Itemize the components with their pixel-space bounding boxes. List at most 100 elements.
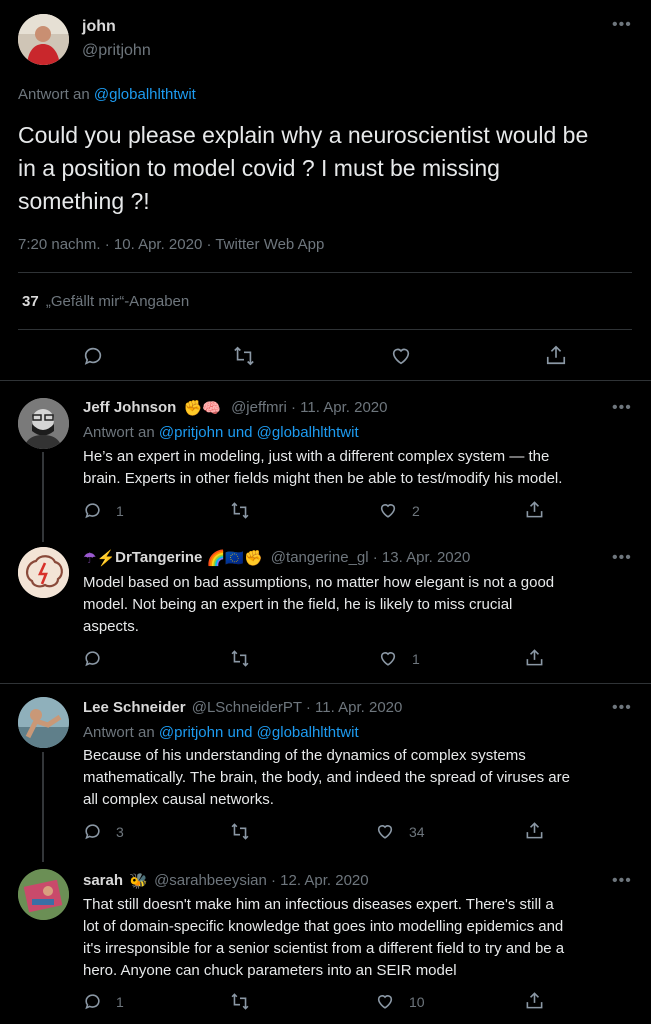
retweet-button[interactable] [230, 992, 250, 1011]
reply-text-line: hero. Anyone can chuck parameters into a… [83, 962, 457, 979]
author-handle[interactable]: @pritjohn [82, 42, 151, 60]
reply-button[interactable] [82, 345, 104, 367]
reply-bubble-icon [85, 503, 100, 519]
share-button[interactable] [525, 648, 544, 667]
reply-text-line: brain. Experts in other fields might the… [83, 470, 563, 487]
share-icon [526, 822, 543, 839]
reply-text: Because of his understanding of the dyna… [83, 745, 570, 811]
tweet-meta[interactable]: 7:20 nachm. · 10. Apr. 2020 · Twitter We… [18, 236, 324, 253]
like-button[interactable]: 34 [375, 822, 425, 841]
reply-text: That still doesn't make him an infectiou… [83, 894, 564, 982]
author-name[interactable]: Jeff Johnson [83, 399, 176, 416]
reply-count: 3 [116, 823, 124, 840]
reply-to-line: Antwort an @pritjohn und @globalhlthtwit [83, 724, 359, 741]
divider [0, 683, 651, 684]
more-horizontal-icon[interactable]: ••• [612, 399, 632, 417]
like-button[interactable] [389, 345, 413, 367]
reply-to-prefix: Antwort an [18, 86, 90, 103]
umbrella-emoji: ☂ [83, 550, 97, 568]
retweet-button[interactable] [230, 649, 250, 668]
share-icon [526, 501, 543, 518]
reply-text-line: aspects. [83, 618, 139, 635]
reply-text-line: lot of domain-specific knowledge that go… [83, 918, 564, 935]
divider [18, 329, 632, 330]
author-handle-date[interactable]: @sarahbeeysian · 12. Apr. 2020 [154, 872, 369, 889]
share-button[interactable] [545, 344, 567, 366]
likes-summary[interactable]: 37 „Gefällt mir“-Angaben [22, 293, 189, 310]
divider [18, 272, 632, 273]
avatar[interactable] [18, 14, 69, 65]
avatar[interactable] [18, 697, 69, 748]
reply-header: Jeff Johnson ✊🧠 @jeffmri · 11. Apr. 2020 [83, 399, 387, 417]
retweet-button[interactable] [230, 501, 250, 520]
heart-icon [377, 825, 393, 839]
reply-to-prefix: Antwort an [83, 424, 155, 441]
tweet-text: Could you please explain why a neuroscie… [18, 119, 588, 218]
like-count: 1 [412, 650, 420, 667]
reply-button[interactable] [83, 649, 102, 668]
reply-to-prefix: Antwort an [83, 724, 155, 741]
reply-button[interactable]: 1 [83, 992, 124, 1011]
retweet-icon [231, 502, 249, 519]
author-name[interactable]: Lee Schneider [83, 699, 186, 716]
reply-count: 1 [116, 993, 124, 1010]
reply-bubble-icon [85, 651, 100, 667]
share-icon [546, 345, 566, 365]
thread-line [42, 452, 44, 542]
more-horizontal-icon[interactable]: ••• [612, 699, 632, 717]
author-name[interactable]: john [82, 18, 116, 36]
reply-header: ☂⚡DrTangerine 🌈🇪🇺✊ @tangerine_gl · 13. A… [83, 549, 470, 567]
like-count: 2 [412, 502, 420, 519]
retweet-icon [231, 993, 249, 1010]
avatar[interactable] [18, 398, 69, 449]
likes-count: 37 [22, 293, 39, 310]
author-handle-date[interactable]: @tangerine_gl · 13. Apr. 2020 [271, 549, 471, 566]
heart-icon [392, 348, 410, 365]
divider [0, 380, 651, 381]
heart-icon [377, 995, 393, 1009]
author-name[interactable]: DrTangerine [115, 549, 202, 566]
retweet-button[interactable] [232, 345, 256, 367]
likes-label: „Gefällt mir“-Angaben [45, 293, 190, 310]
author-name[interactable]: sarah [83, 872, 123, 889]
reply-to-handles[interactable]: @pritjohn und @globalhlthtwit [159, 424, 359, 441]
retweet-icon [231, 650, 249, 667]
tweet-text-line: Could you please explain why a neuroscie… [18, 122, 589, 148]
author-handle-date[interactable]: @jeffmri · 11. Apr. 2020 [231, 399, 387, 416]
share-button[interactable] [525, 991, 544, 1010]
reply-to-handle[interactable]: @globalhlthtwit [94, 86, 196, 103]
share-icon [526, 992, 543, 1009]
more-horizontal-icon[interactable]: ••• [612, 549, 632, 567]
retweet-button[interactable] [230, 822, 250, 841]
retweet-icon [234, 346, 254, 366]
like-button[interactable]: 2 [378, 501, 420, 520]
reply-button[interactable]: 3 [83, 822, 124, 841]
reply-bubble-icon [85, 994, 100, 1010]
reply-text-line: He’s an expert in modeling, just with a … [83, 448, 550, 465]
fist-emoji: ✊ [183, 400, 203, 418]
more-horizontal-icon[interactable]: ••• [612, 16, 632, 34]
more-horizontal-icon[interactable]: ••• [612, 872, 632, 890]
reply-count: 1 [116, 502, 124, 519]
reply-text-line: That still doesn't make him an infectiou… [83, 896, 554, 913]
reply-to-line: Antwort an @pritjohn und @globalhlthtwit [83, 424, 359, 441]
eu-flag-emoji: 🇪🇺 [225, 550, 244, 568]
reply-text-line: it's irresponsible for a senior scientis… [83, 940, 565, 957]
reply-text-line: all complex causal networks. [83, 791, 274, 808]
reply-text: He’s an expert in modeling, just with a … [83, 446, 562, 490]
avatar[interactable] [18, 547, 69, 598]
reply-text-line: mathematically. The brain, the body, and… [83, 769, 570, 786]
author-handle-date[interactable]: @LSchneiderPT · 11. Apr. 2020 [192, 699, 403, 716]
reply-to-handles[interactable]: @pritjohn und @globalhlthtwit [159, 724, 359, 741]
tweet-text-line: something ?! [18, 188, 150, 214]
like-button[interactable]: 1 [378, 649, 420, 668]
share-button[interactable] [525, 500, 544, 519]
share-button[interactable] [525, 821, 544, 840]
reply-text: Model based on bad assumptions, no matte… [83, 572, 554, 638]
thread-line [42, 752, 44, 862]
like-button[interactable]: 10 [375, 992, 425, 1011]
reply-bubble-icon [84, 347, 102, 365]
avatar[interactable] [18, 869, 69, 920]
reply-button[interactable]: 1 [83, 501, 124, 520]
heart-icon [380, 652, 396, 666]
